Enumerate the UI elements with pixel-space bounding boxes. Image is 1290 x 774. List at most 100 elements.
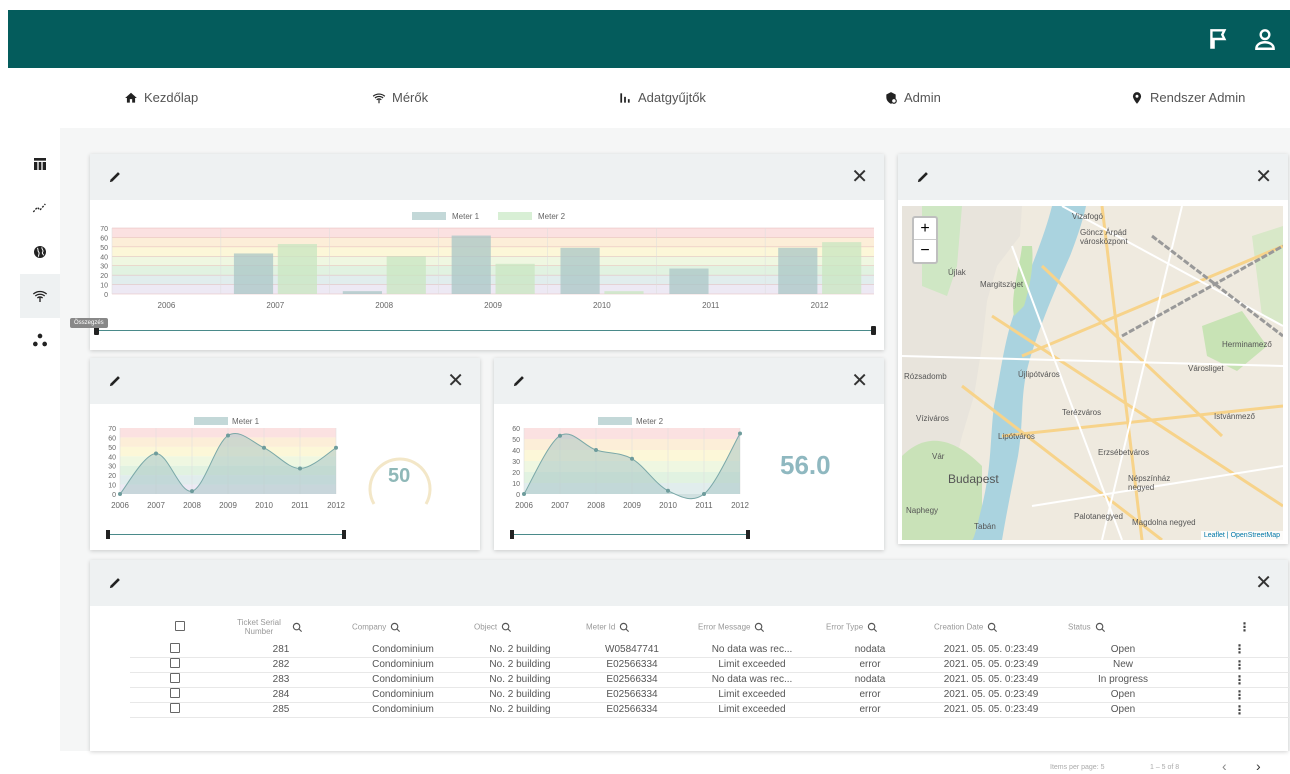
map-label: Vár (932, 452, 945, 461)
pencil-icon[interactable] (108, 575, 123, 590)
table-cell: 2021. 05. 05. 0:23:49 (924, 672, 1058, 688)
more-vert-icon[interactable]: ⋮ (1234, 658, 1246, 672)
map-attribution[interactable]: Leaflet | OpenStreetMap (1200, 531, 1283, 540)
zoom-out-button[interactable]: − (914, 240, 936, 262)
data-point (594, 448, 598, 452)
more-vert-icon[interactable]: ⋮ (1234, 642, 1246, 656)
data-point (190, 489, 194, 494)
bar (560, 247, 600, 294)
table-cell: 2021. 05. 05. 0:23:49 (924, 642, 1058, 658)
col-header[interactable]: Error Message (688, 612, 816, 642)
table-cell: No data was rec... (688, 642, 816, 658)
sidebar-item-globe[interactable] (20, 230, 60, 274)
close-icon[interactable]: ✕ (851, 167, 868, 187)
slider-handle-left[interactable] (106, 530, 110, 539)
table-row[interactable]: 282 Condominium No. 2 building E02566334 Lim… (130, 657, 1290, 673)
flag-icon[interactable] (1206, 26, 1232, 52)
table-cell: No. 2 building (464, 672, 576, 688)
location-pin-icon (1132, 91, 1142, 104)
search-icon[interactable] (754, 622, 765, 633)
more-vert-icon[interactable]: ⋮ (1234, 703, 1246, 717)
range-slider[interactable] (510, 530, 750, 539)
sidebar-item-trends[interactable] (20, 186, 60, 230)
search-icon[interactable] (867, 622, 878, 633)
table-cell: No. 2 building (464, 702, 576, 718)
row-checkbox[interactable] (170, 688, 180, 698)
more-vert-icon[interactable]: ⋮ (1234, 673, 1246, 687)
table-cell: No data was rec... (688, 672, 816, 688)
table-cell: No. 2 building (464, 642, 576, 658)
data-point (738, 431, 742, 436)
threshold-band (112, 284, 874, 294)
slider-handle-left[interactable] (510, 530, 514, 539)
nav-item-collectors[interactable]: Adatgyűjtők (618, 90, 706, 105)
row-checkbox[interactable] (170, 703, 180, 713)
zoom-control: + − (912, 216, 938, 264)
prev-page-icon[interactable]: ‹ (1222, 758, 1227, 774)
sidebar-item-meters[interactable] (20, 274, 60, 318)
pencil-icon[interactable] (108, 169, 123, 184)
items-per-page[interactable]: Items per page: 5 (1050, 764, 1105, 771)
col-header[interactable]: Error Type (816, 612, 924, 642)
col-header[interactable]: Company (342, 612, 464, 642)
row-checkbox[interactable] (170, 673, 180, 683)
nav-item-meters[interactable]: Mérők (372, 90, 428, 105)
y-tick-label: 20 (100, 273, 108, 280)
sidebar-item-table[interactable] (20, 142, 60, 186)
row-checkbox[interactable] (170, 658, 180, 668)
y-tick-label: 30 (512, 459, 520, 466)
table-cell: Condominium (342, 672, 464, 688)
map-label: Népszínház negyed (1128, 474, 1171, 492)
next-page-icon[interactable]: › (1256, 758, 1261, 774)
table-row[interactable]: 284 Condominium No. 2 building E02566334 Lim… (130, 687, 1290, 703)
range-slider[interactable] (106, 530, 346, 539)
row-select-cell (130, 687, 220, 703)
table-cell: 283 (220, 672, 342, 688)
more-vert-icon[interactable]: ⋮ (1239, 620, 1251, 634)
pencil-icon[interactable] (916, 169, 931, 184)
col-header[interactable]: Creation Date (924, 612, 1058, 642)
search-icon[interactable] (987, 622, 998, 633)
nav-item-home[interactable]: Kezdőlap (124, 90, 198, 105)
search-icon[interactable] (390, 622, 401, 633)
table-row[interactable]: 281 Condominium No. 2 building W05847741 No … (130, 642, 1290, 658)
col-header[interactable]: Ticket Serial Number (220, 612, 342, 642)
close-icon[interactable]: ✕ (1255, 573, 1272, 593)
table-cell: E02566334 (576, 702, 688, 718)
col-header[interactable]: Meter Id (576, 612, 688, 642)
zoom-in-button[interactable]: + (914, 218, 936, 240)
gauge-value: 50 (388, 465, 411, 487)
search-icon[interactable] (292, 622, 303, 633)
close-icon[interactable]: ✕ (447, 371, 464, 391)
close-icon[interactable]: ✕ (1255, 167, 1272, 187)
actions-header: ⋮ (1188, 612, 1290, 642)
table-cell: Condominium (342, 687, 464, 703)
table-icon (34, 158, 46, 170)
map-view[interactable]: + − Vizafogó Göncz Árpád városközpont Új… (902, 206, 1283, 540)
user-icon[interactable] (1252, 26, 1278, 52)
range-slider[interactable] (94, 326, 876, 335)
y-tick-label: 50 (108, 445, 116, 452)
col-header[interactable]: Object (464, 612, 576, 642)
col-header[interactable]: Status (1058, 612, 1188, 642)
select-all-checkbox[interactable] (175, 621, 185, 631)
table-row[interactable]: 283 Condominium No. 2 building E02566334 No … (130, 672, 1290, 688)
row-select-cell (130, 702, 220, 718)
search-icon[interactable] (501, 622, 512, 633)
nav-item-admin[interactable]: Admin (884, 90, 941, 105)
more-vert-icon[interactable]: ⋮ (1234, 688, 1246, 702)
search-icon[interactable] (619, 622, 630, 633)
sidebar-item-network[interactable] (20, 318, 60, 362)
row-actions-cell: ⋮ (1188, 642, 1290, 658)
search-icon[interactable] (1095, 622, 1106, 633)
slider-handle-right[interactable] (871, 326, 876, 335)
table-row[interactable]: 285 Condominium No. 2 building E02566334 Lim… (130, 702, 1290, 718)
legend-label: Meter 2 (636, 417, 664, 426)
slider-handle-right[interactable] (342, 530, 346, 539)
table-cell: nodata (816, 642, 924, 658)
row-actions-cell: ⋮ (1188, 657, 1290, 673)
nav-item-system-admin[interactable]: Rendszer Admin (1130, 90, 1245, 105)
close-icon[interactable]: ✕ (851, 371, 868, 391)
slider-handle-right[interactable] (746, 530, 750, 539)
row-checkbox[interactable] (170, 642, 180, 653)
